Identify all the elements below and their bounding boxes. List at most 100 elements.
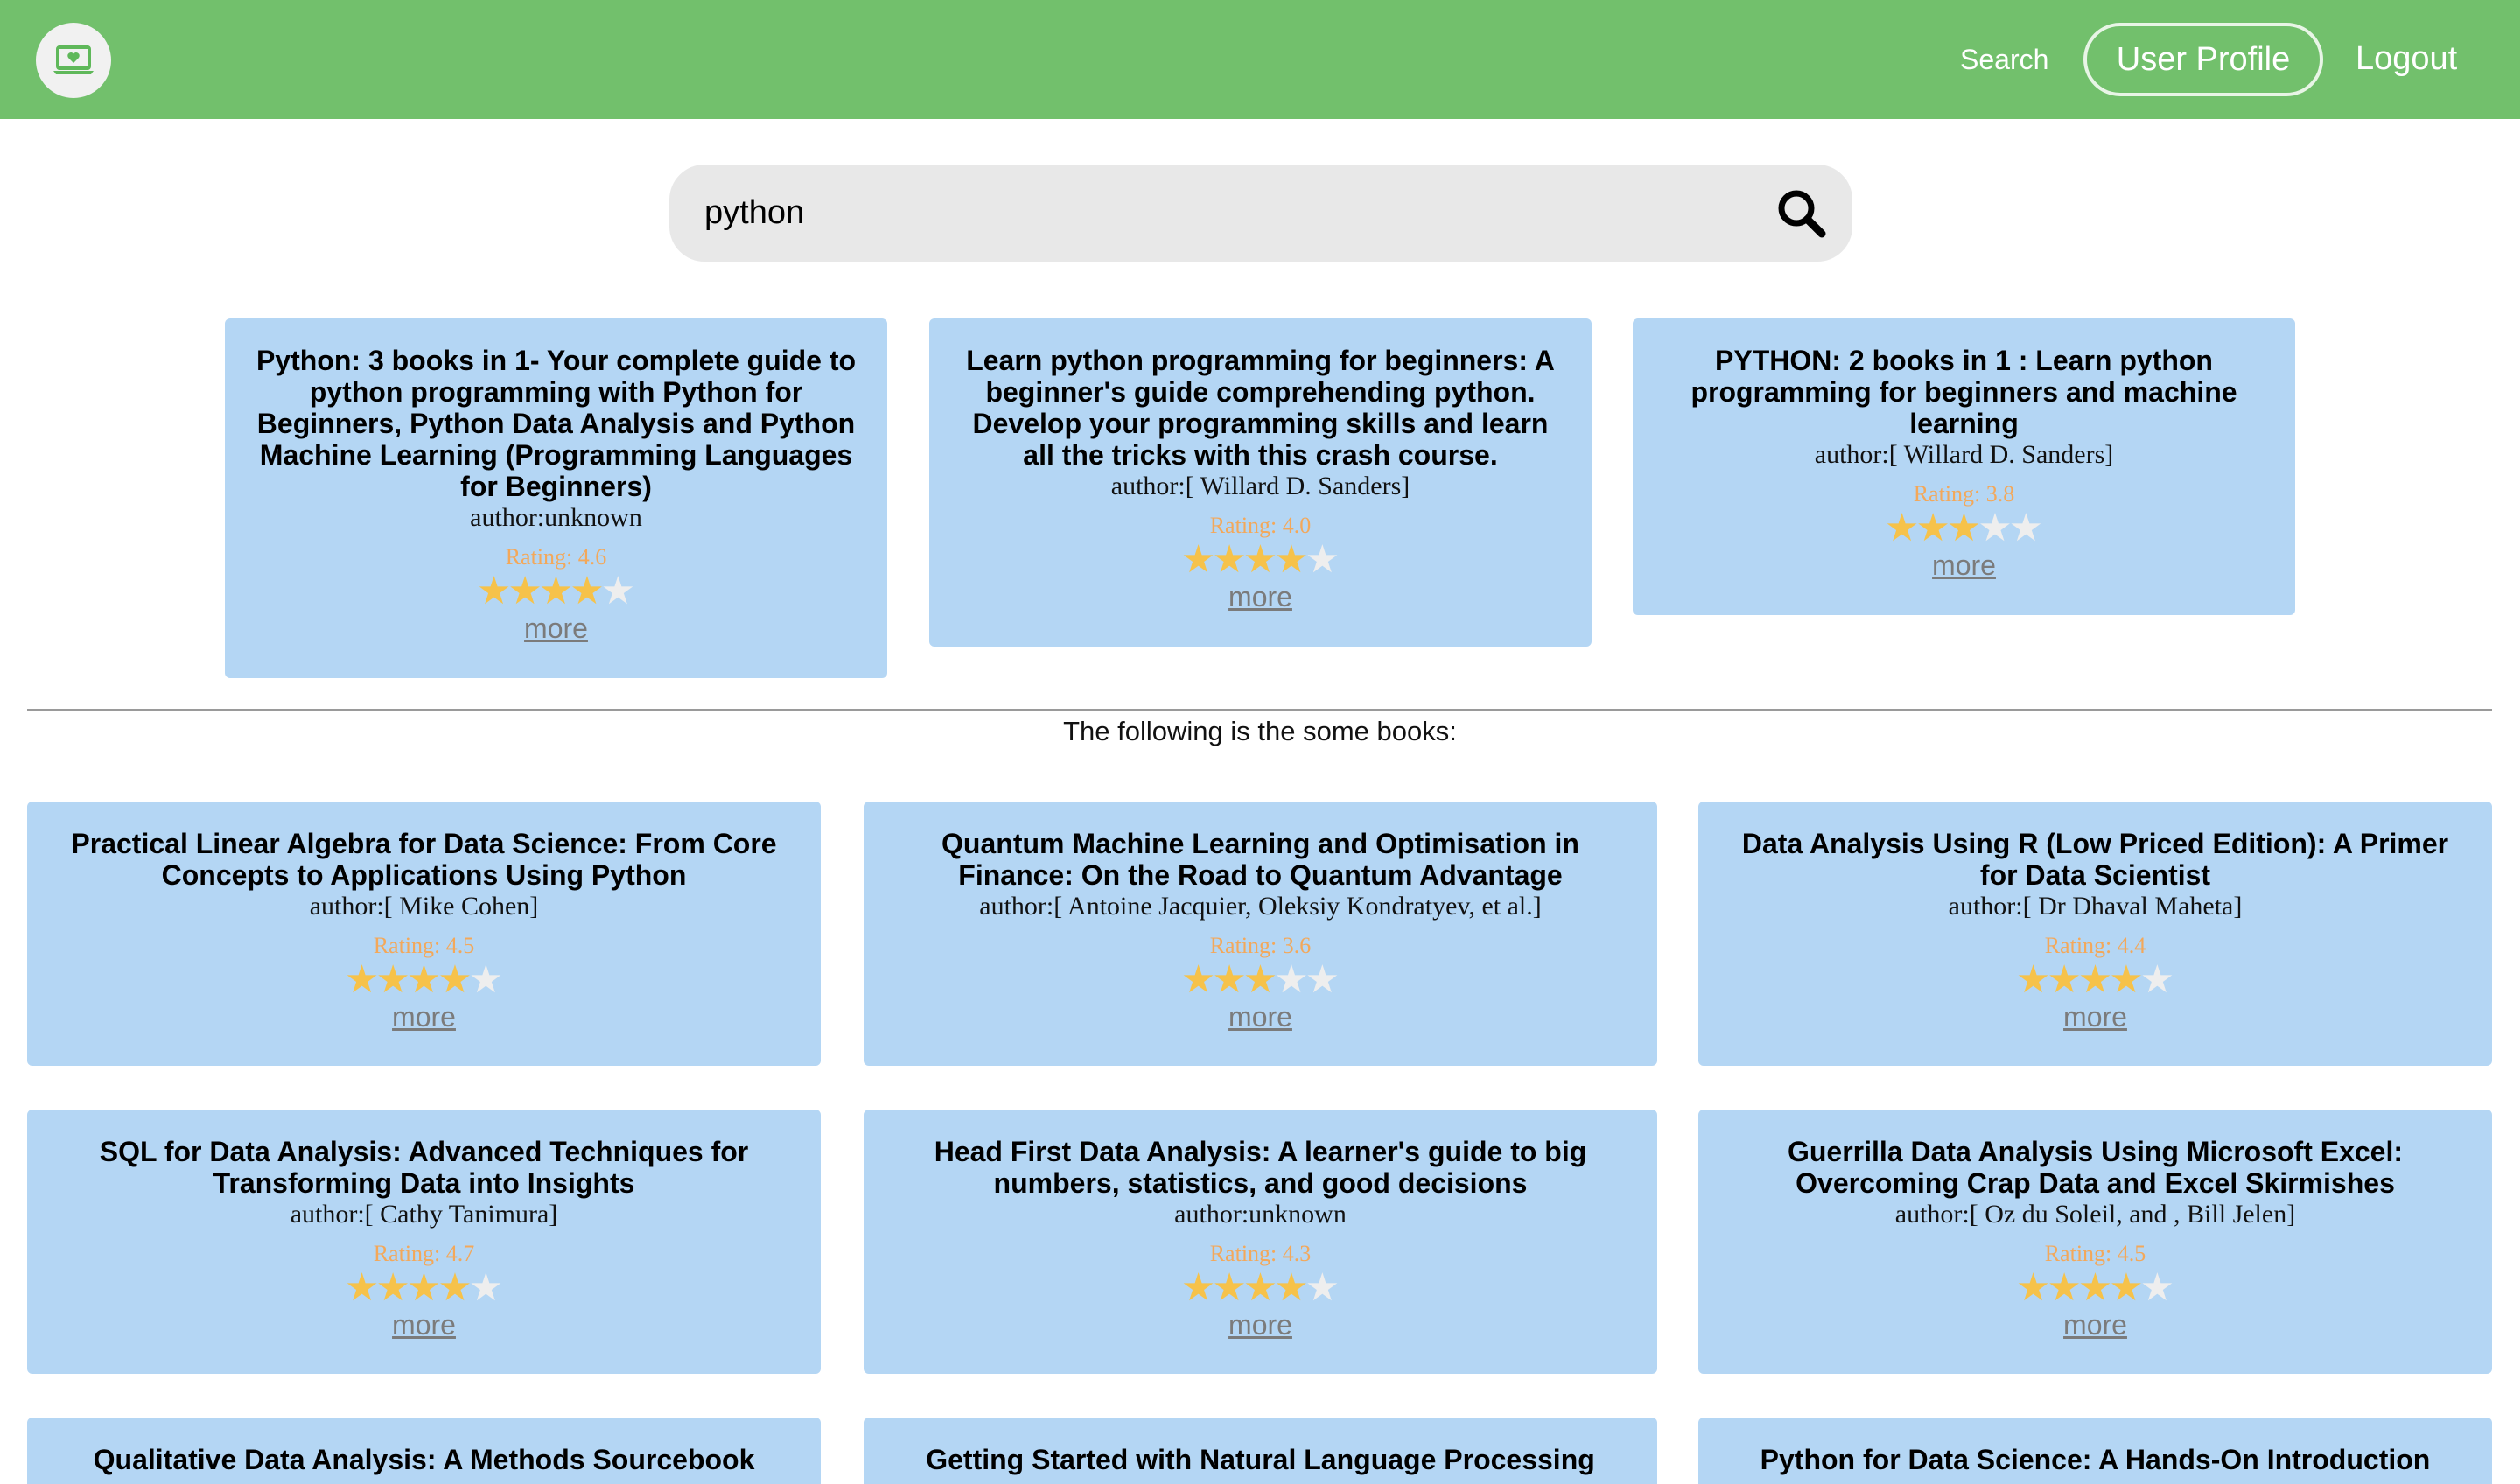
featured-book-card[interactable]: Python: 3 books in 1- Your complete guid… (225, 318, 887, 678)
book-rating-label: Rating: 4.5 (2044, 1241, 2146, 1266)
book-rating-label: Rating: 4.3 (1209, 1241, 1312, 1266)
more-link[interactable]: more (524, 611, 588, 646)
section-divider (27, 709, 2492, 710)
star-filled-icon: ★ (375, 957, 410, 1002)
star-rating: ★★★★★ (1698, 961, 2492, 999)
star-filled-icon: ★ (1242, 537, 1278, 582)
book-author: author:unknown (1174, 1200, 1347, 1228)
book-card[interactable]: Qualitative Data Analysis: A Methods Sou… (27, 1418, 821, 1484)
star-rating: ★★★★★ (27, 961, 821, 999)
book-card[interactable]: Practical Linear Algebra for Data Scienc… (27, 802, 821, 1066)
more-link[interactable]: more (2063, 999, 2127, 1034)
search-button[interactable] (1774, 186, 1830, 242)
star-empty-icon: ★ (468, 957, 504, 1002)
book-author: author:[ Oz du Soleil, and , Bill Jelen] (1894, 1200, 2296, 1228)
book-author: author:[ Willard D. Sanders] (1110, 472, 1410, 500)
star-empty-icon: ★ (1305, 957, 1340, 1002)
book-author: author:unknown (470, 503, 642, 532)
star-filled-icon: ★ (1180, 957, 1216, 1002)
star-empty-icon: ★ (1274, 957, 1309, 1002)
search-icon (1778, 190, 1826, 238)
star-rating: ★★★★★ (1633, 509, 2295, 548)
star-filled-icon: ★ (570, 569, 605, 613)
search-bar (669, 164, 1852, 262)
book-title: Guerrilla Data Analysis Using Microsoft … (1787, 1136, 2404, 1199)
more-link[interactable]: more (1228, 1307, 1292, 1342)
book-rating-label: Rating: 4.4 (2044, 933, 2146, 958)
star-filled-icon: ★ (344, 957, 380, 1002)
star-filled-icon: ★ (476, 569, 512, 613)
book-rating-label: Rating: 4.6 (505, 544, 607, 570)
star-rating: ★★★★★ (27, 1269, 821, 1307)
book-card[interactable]: Python for Data Science: A Hands-On Intr… (1698, 1418, 2492, 1484)
book-title: Data Analysis Using R (Low Priced Editio… (1741, 828, 2449, 891)
featured-book-card[interactable]: PYTHON: 2 books in 1 : Learn python prog… (1633, 318, 2295, 615)
book-rating-label: Rating: 4.5 (373, 933, 475, 958)
book-rating-label: Rating: 4.7 (373, 1241, 475, 1266)
star-filled-icon: ★ (1212, 537, 1247, 582)
star-filled-icon: ★ (438, 957, 472, 1002)
star-filled-icon: ★ (2077, 1265, 2113, 1310)
star-filled-icon: ★ (1212, 1265, 1247, 1310)
book-rating-label: Rating: 3.8 (1913, 481, 2015, 507)
star-filled-icon: ★ (438, 1265, 472, 1310)
more-link[interactable]: more (392, 1307, 456, 1342)
book-card[interactable]: Getting Started with Natural Language Pr… (864, 1418, 1657, 1484)
book-author: author:[ Mike Cohen] (309, 892, 539, 920)
book-card[interactable]: Guerrilla Data Analysis Using Microsoft … (1698, 1110, 2492, 1374)
section-caption: The following is the some books: (1063, 716, 1457, 746)
home-logo[interactable] (36, 23, 111, 98)
star-rating: ★★★★★ (864, 1269, 1657, 1307)
star-filled-icon: ★ (2109, 1265, 2144, 1310)
book-title: Practical Linear Algebra for Data Scienc… (71, 828, 777, 891)
star-filled-icon: ★ (1242, 1265, 1278, 1310)
star-filled-icon: ★ (2077, 957, 2113, 1002)
more-link[interactable]: more (1932, 548, 1996, 583)
book-title: Python: 3 books in 1- Your complete guid… (256, 345, 857, 502)
star-filled-icon: ★ (344, 1265, 380, 1310)
book-card[interactable]: Quantum Machine Learning and Optimisatio… (864, 802, 1657, 1066)
star-empty-icon: ★ (2139, 1265, 2175, 1310)
star-filled-icon: ★ (1242, 957, 1278, 1002)
star-rating: ★★★★★ (929, 541, 1592, 579)
user-profile-button[interactable]: User Profile (2083, 23, 2323, 96)
more-link[interactable]: more (1228, 999, 1292, 1034)
book-card[interactable]: Data Analysis Using R (Low Priced Editio… (1698, 802, 2492, 1066)
book-author: author:[ Antoine Jacquier, Oleksiy Kondr… (979, 892, 1542, 920)
book-title: Qualitative Data Analysis: A Methods Sou… (93, 1444, 755, 1475)
star-empty-icon: ★ (2139, 957, 2175, 1002)
star-filled-icon: ★ (1915, 506, 1950, 550)
more-link[interactable]: more (1228, 579, 1292, 614)
top-navbar: Search User Profile Logout (0, 0, 2520, 119)
book-card[interactable]: Head First Data Analysis: A learner's gu… (864, 1110, 1657, 1374)
book-card[interactable]: SQL for Data Analysis: Advanced Techniqu… (27, 1110, 821, 1374)
star-filled-icon: ★ (1946, 506, 1982, 550)
logout-link[interactable]: Logout (2356, 40, 2457, 78)
star-filled-icon: ★ (1180, 537, 1216, 582)
star-empty-icon: ★ (1305, 1265, 1340, 1310)
star-filled-icon: ★ (1180, 1265, 1216, 1310)
star-filled-icon: ★ (538, 569, 574, 613)
book-title: Getting Started with Natural Language Pr… (926, 1444, 1595, 1475)
more-link[interactable]: more (2063, 1307, 2127, 1342)
nav-search-link[interactable]: Search (1960, 44, 2048, 76)
star-filled-icon: ★ (1884, 506, 1920, 550)
laptop-heart-icon (53, 46, 94, 74)
star-filled-icon: ★ (375, 1265, 410, 1310)
book-author: author:[ Dr Dhaval Maheta] (1948, 892, 2243, 920)
star-filled-icon: ★ (508, 569, 542, 613)
star-empty-icon: ★ (600, 569, 636, 613)
star-filled-icon: ★ (1212, 957, 1247, 1002)
star-filled-icon: ★ (406, 1265, 442, 1310)
star-filled-icon: ★ (2047, 957, 2082, 1002)
book-title: Quantum Machine Learning and Optimisatio… (942, 828, 1579, 891)
featured-book-card[interactable]: Learn python programming for beginners: … (929, 318, 1592, 647)
book-rating-label: Rating: 4.0 (1209, 513, 1312, 538)
book-author: author:[ Willard D. Sanders] (1814, 440, 2114, 469)
book-author: author:[ Cathy Tanimura] (290, 1200, 558, 1228)
star-filled-icon: ★ (1274, 537, 1309, 582)
more-link[interactable]: more (392, 999, 456, 1034)
star-rating: ★★★★★ (864, 961, 1657, 999)
star-empty-icon: ★ (1978, 506, 2012, 550)
search-input[interactable] (704, 164, 1737, 262)
